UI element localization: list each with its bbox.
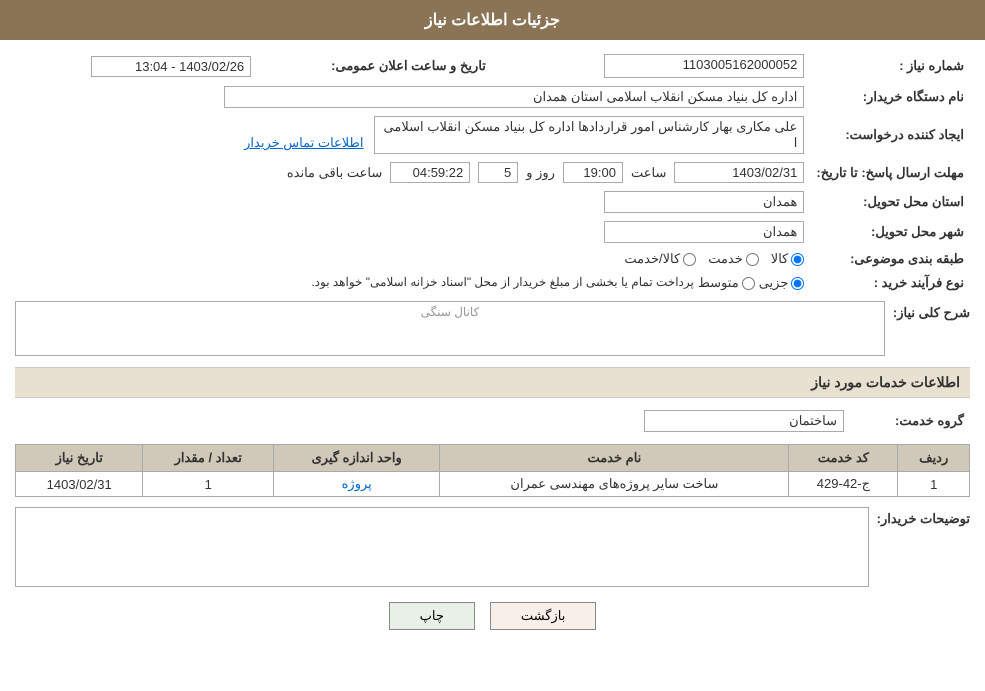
deadline-remaining: 04:59:22 <box>390 162 470 183</box>
need-desc-textarea[interactable] <box>15 301 885 356</box>
deadline-days: 5 <box>478 162 518 183</box>
table-row: 1 ج-42-429 ساخت سایر پروژه‌های مهندسی عم… <box>16 472 970 497</box>
creator-label: ایجاد کننده درخواست: <box>810 112 970 158</box>
service-group-label: گروه خدمت: <box>850 406 970 436</box>
back-button[interactable]: بازگشت <box>490 602 596 630</box>
city-value: همدان <box>604 221 804 243</box>
creator-value: علی مکاری بهار کارشناس امور قراردادها اد… <box>15 112 810 158</box>
service-group-value: ساختمان <box>644 410 844 432</box>
col-unit: واحد اندازه گیری <box>274 445 440 472</box>
need-number-value: 1103005162000052 <box>512 50 810 82</box>
buttons-row: بازگشت چاپ <box>15 602 970 630</box>
need-number-label: شماره نیاز : <box>810 50 970 82</box>
province-label: استان محل تحویل: <box>810 187 970 217</box>
col-date: تاریخ نیاز <box>16 445 143 472</box>
need-desc-label: شرح کلی نیاز: <box>893 301 970 321</box>
purchase-note: پرداخت تمام یا بخشی از مبلغ خریدار از مح… <box>311 275 694 289</box>
contact-link[interactable]: اطلاعات تماس خریدار <box>244 135 363 150</box>
announce-date-label: تاریخ و ساعت اعلان عمومی: <box>257 50 492 82</box>
deadline-date: 1403/02/31 <box>674 162 804 183</box>
page-title: جزئیات اطلاعات نیاز <box>425 12 560 29</box>
services-section-title: اطلاعات خدمات مورد نیاز <box>15 367 970 398</box>
services-table: ردیف کد خدمت نام خدمت واحد اندازه گیری ت… <box>15 444 970 497</box>
print-button[interactable]: چاپ <box>389 602 475 630</box>
city-label: شهر محل تحویل: <box>810 217 970 247</box>
deadline-time: 19:00 <box>563 162 623 183</box>
province-value: همدان <box>604 191 804 213</box>
category-label: طبقه بندی موضوعی: <box>810 247 970 271</box>
page-header: جزئیات اطلاعات نیاز <box>0 0 985 40</box>
deadline-time-label: ساعت <box>631 165 666 181</box>
col-qty: تعداد / مقدار <box>143 445 274 472</box>
announce-date-value: 1403/02/26 - 13:04 <box>15 50 257 82</box>
deadline-days-label: روز و <box>526 165 555 181</box>
deadline-label: مهلت ارسال پاسخ: تا تاریخ: <box>810 158 970 187</box>
purchase-type-mota[interactable]: متوسط <box>698 275 755 291</box>
purchase-type-jozi[interactable]: جزیی <box>759 275 805 291</box>
purchase-type-label: نوع فرآیند خرید : <box>810 271 970 295</box>
category-both[interactable]: کالا/خدمت <box>624 251 696 267</box>
buyer-value: اداره کل بنیاد مسکن انقلاب اسلامی استان … <box>15 82 810 112</box>
col-row: ردیف <box>898 445 970 472</box>
deadline-remaining-label: ساعت باقی مانده <box>287 165 382 181</box>
need-number-input: 1103005162000052 <box>604 54 804 78</box>
col-code: کد خدمت <box>789 445 898 472</box>
buyer-desc-textarea[interactable] <box>15 507 869 587</box>
buyer-label: نام دستگاه خریدار: <box>810 82 970 112</box>
category-kala[interactable]: کالا <box>771 251 805 267</box>
buyer-desc-label: توضیحات خریدار: <box>877 507 970 527</box>
col-name: نام خدمت <box>440 445 789 472</box>
category-khedmat[interactable]: خدمت <box>708 251 759 267</box>
